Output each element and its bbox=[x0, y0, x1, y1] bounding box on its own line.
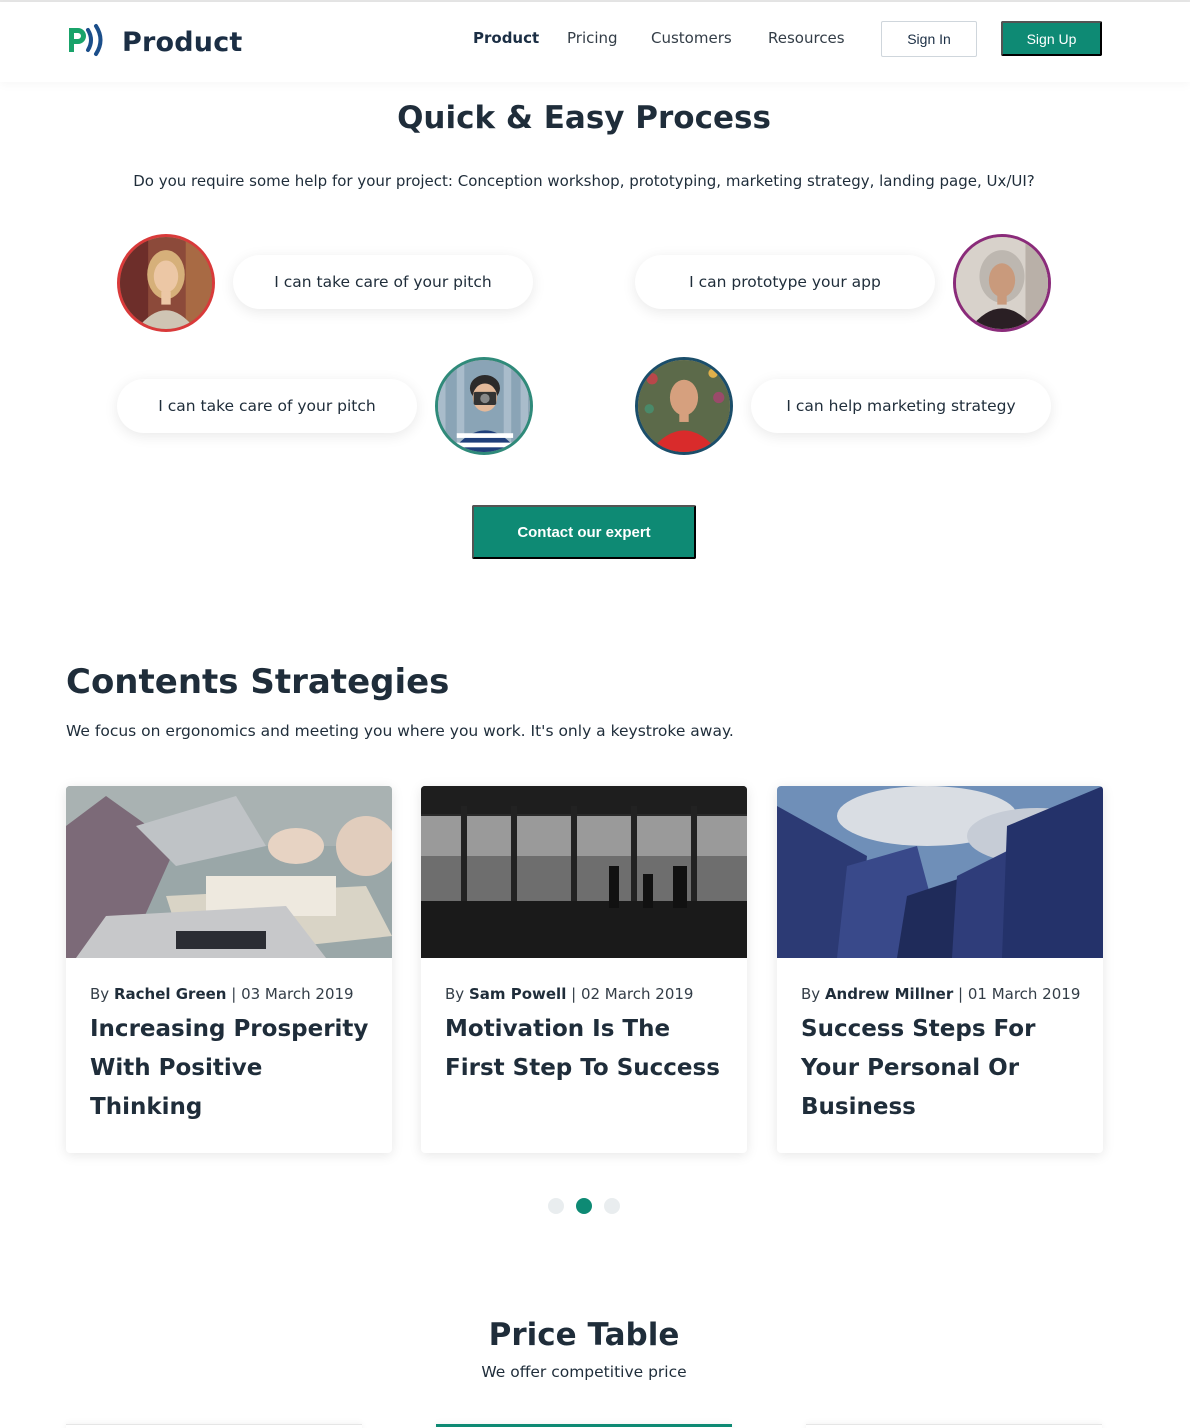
price-card[interactable] bbox=[66, 1424, 362, 1428]
strategies-title: Contents Strategies bbox=[66, 662, 450, 702]
article-author[interactable]: Andrew Millner bbox=[825, 985, 953, 1003]
laptop-desk-photo bbox=[66, 786, 392, 958]
carousel-dot-2[interactable] bbox=[576, 1198, 592, 1214]
article-by: By bbox=[445, 985, 465, 1003]
price-card[interactable] bbox=[806, 1424, 1102, 1428]
expert-pill-1[interactable]: I can take care of your pitch bbox=[233, 255, 533, 309]
price-title: Price Table bbox=[488, 1317, 680, 1353]
process-title: Quick & Easy Process bbox=[397, 100, 771, 136]
nav-resources[interactable]: Resources bbox=[768, 29, 845, 47]
expert-pill-label: I can help marketing strategy bbox=[786, 397, 1016, 415]
woman-gray-hair-avatar bbox=[953, 234, 1051, 332]
article-date: | 02 March 2019 bbox=[571, 985, 694, 1003]
site-header: Product Product Pricing Customers Resour… bbox=[0, 2, 1190, 82]
expert-pill-2[interactable]: I can prototype your app bbox=[635, 255, 935, 309]
skyscrapers-photo bbox=[777, 786, 1103, 958]
article-date: | 01 March 2019 bbox=[958, 985, 1081, 1003]
office-window-silhouettes-photo bbox=[421, 786, 747, 958]
process-subtitle: Do you require some help for your projec… bbox=[133, 172, 1035, 190]
strategies-subtitle: We focus on ergonomics and meeting you w… bbox=[66, 722, 734, 740]
man-camera-avatar bbox=[435, 357, 533, 455]
article-card[interactable]: By Rachel Green | 03 March 2019 Increasi… bbox=[66, 786, 392, 1153]
article-by: By bbox=[90, 985, 110, 1003]
expert-pill-label: I can take care of your pitch bbox=[274, 273, 492, 291]
nav-pricing[interactable]: Pricing bbox=[567, 29, 618, 47]
sign-in-button[interactable]: Sign In bbox=[881, 21, 977, 57]
contact-expert-button[interactable]: Contact our expert bbox=[472, 505, 696, 559]
article-meta: By Rachel Green | 03 March 2019 bbox=[90, 985, 354, 1003]
article-date: | 03 March 2019 bbox=[231, 985, 354, 1003]
article-title[interactable]: Motivation Is The First Step To Success bbox=[445, 1010, 735, 1088]
carousel-dot-3[interactable] bbox=[604, 1198, 620, 1214]
article-meta: By Sam Powell | 02 March 2019 bbox=[445, 985, 693, 1003]
nav-product[interactable]: Product bbox=[473, 29, 539, 47]
article-by: By bbox=[801, 985, 821, 1003]
nav-customers[interactable]: Customers bbox=[651, 29, 732, 47]
article-title[interactable]: Increasing Prosperity With Positive Thin… bbox=[90, 1010, 380, 1127]
carousel-dot-1[interactable] bbox=[548, 1198, 564, 1214]
expert-pill-label: I can take care of your pitch bbox=[158, 397, 376, 415]
article-author[interactable]: Sam Powell bbox=[469, 985, 566, 1003]
article-card[interactable]: By Sam Powell | 02 March 2019 Motivation… bbox=[421, 786, 747, 1153]
article-card[interactable]: By Andrew Millner | 01 March 2019 Succes… bbox=[777, 786, 1103, 1153]
carousel-dots bbox=[548, 1198, 620, 1214]
article-author[interactable]: Rachel Green bbox=[114, 985, 227, 1003]
article-meta: By Andrew Millner | 01 March 2019 bbox=[801, 985, 1080, 1003]
price-card[interactable] bbox=[436, 1424, 732, 1428]
expert-pill-4[interactable]: I can help marketing strategy bbox=[751, 379, 1051, 433]
man-red-shirt-avatar bbox=[635, 357, 733, 455]
main-nav: Product Pricing Customers Resources Sign… bbox=[0, 2, 1190, 82]
expert-pill-3[interactable]: I can take care of your pitch bbox=[117, 379, 417, 433]
sign-up-button[interactable]: Sign Up bbox=[1001, 21, 1102, 56]
article-title[interactable]: Success Steps For Your Personal Or Busin… bbox=[801, 1010, 1091, 1127]
woman-blonde-avatar bbox=[117, 234, 215, 332]
expert-pill-label: I can prototype your app bbox=[689, 273, 881, 291]
price-subtitle: We offer competitive price bbox=[481, 1363, 687, 1381]
